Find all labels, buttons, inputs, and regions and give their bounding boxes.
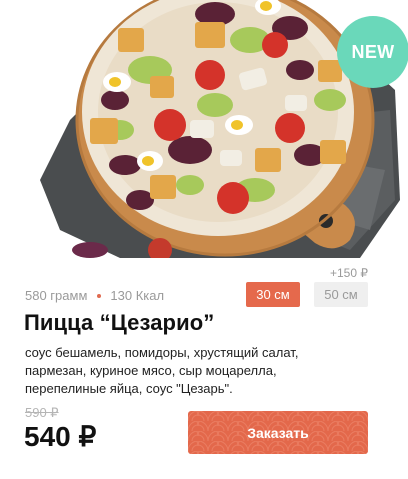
old-price: 590 ₽ bbox=[25, 405, 59, 420]
order-button[interactable]: Заказать bbox=[188, 411, 368, 454]
product-photo[interactable]: NEW bbox=[0, 0, 408, 258]
new-badge: NEW bbox=[337, 16, 408, 88]
separator-dot bbox=[97, 293, 102, 298]
product-title: Пицца “Цезарио” bbox=[24, 310, 215, 335]
size-surcharge: +150 ₽ bbox=[330, 266, 368, 280]
calories-label: 130 Ккал bbox=[110, 288, 165, 303]
product-meta: 580 грамм 130 Ккал bbox=[25, 288, 164, 303]
size-option-30[interactable]: 30 см bbox=[246, 282, 300, 307]
current-price: 540 ₽ bbox=[24, 421, 97, 452]
product-card: NEW +150 ₽ 580 грамм 130 Ккал 30 см 50 с… bbox=[0, 0, 408, 479]
size-toggle: 30 см 50 см bbox=[246, 282, 368, 307]
size-option-50[interactable]: 50 см bbox=[314, 282, 368, 307]
order-button-label: Заказать bbox=[247, 424, 309, 441]
product-description: соус бешамель, помидоры, хрустящий салат… bbox=[25, 345, 299, 396]
weight-label: 580 грамм bbox=[25, 288, 88, 303]
